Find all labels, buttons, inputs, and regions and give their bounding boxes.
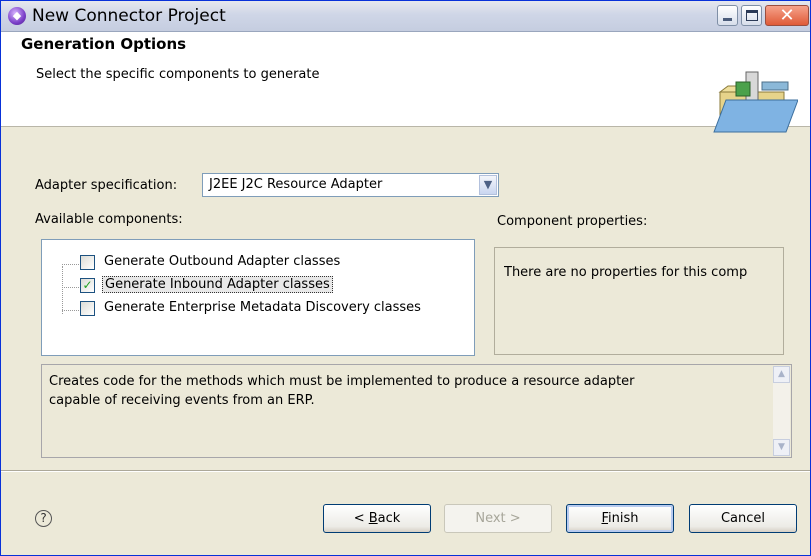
minimize-button[interactable] [717, 5, 738, 26]
back-button[interactable]: < Back [323, 504, 431, 533]
close-icon: ✕ [779, 5, 795, 26]
back-prefix: < [353, 511, 369, 526]
outbound-checkbox[interactable] [80, 255, 95, 270]
next-button[interactable]: Next > [444, 504, 552, 533]
inbound-checkbox[interactable]: ✓ [80, 278, 95, 293]
tree-connector [62, 266, 63, 314]
folder-connector-icon [713, 71, 798, 133]
adapter-spec-select[interactable]: J2EE J2C Resource Adapter ▼ [202, 173, 499, 197]
tree-branch-line [62, 310, 79, 311]
components-label: Available components: [35, 212, 183, 227]
properties-panel: There are no properties for this comp [494, 247, 784, 355]
description-scrollbar[interactable]: ▲ ▼ [773, 366, 790, 456]
close-button[interactable]: ✕ [765, 5, 809, 26]
maximize-button[interactable] [741, 5, 762, 26]
page-title: Generation Options [21, 35, 187, 53]
app-icon: ◆ [8, 7, 26, 25]
tree-branch-line [62, 264, 79, 265]
footer-separator [1, 470, 810, 472]
finish-rest: inish [608, 511, 639, 526]
title-bar[interactable]: ◆ New Connector Project ✕ [1, 1, 810, 32]
description-text: Creates code for the methods which must … [49, 372, 749, 410]
dialog-window: ◆ New Connector Project ✕ Generation Opt… [0, 0, 811, 556]
chevron-down-icon[interactable]: ▼ [479, 175, 497, 195]
adapter-spec-label: Adapter specification: [35, 178, 178, 193]
cancel-button[interactable]: Cancel [689, 504, 797, 533]
outbound-label[interactable]: Generate Outbound Adapter classes [102, 254, 342, 269]
back-mnemonic: B [368, 511, 378, 526]
scroll-down-icon[interactable]: ▼ [773, 439, 790, 456]
finish-button[interactable]: Finish [566, 504, 674, 533]
emd-checkbox[interactable] [80, 301, 95, 316]
scroll-up-icon[interactable]: ▲ [773, 366, 790, 383]
page-description: Select the specific components to genera… [36, 67, 320, 82]
back-rest: ack [377, 511, 401, 526]
adapter-spec-value: J2EE J2C Resource Adapter [209, 177, 383, 192]
help-icon[interactable]: ? [35, 510, 52, 527]
maximize-icon [746, 10, 758, 21]
emd-label[interactable]: Generate Enterprise Metadata Discovery c… [102, 300, 423, 315]
description-line-2: capable of receiving events from an ERP. [49, 393, 315, 408]
window-title: New Connector Project [32, 6, 226, 26]
properties-label: Component properties: [497, 214, 648, 229]
minimize-icon [723, 18, 732, 21]
description-panel: Creates code for the methods which must … [41, 364, 792, 458]
description-line-1: Creates code for the methods which must … [49, 374, 635, 389]
inbound-label[interactable]: Generate Inbound Adapter classes [102, 276, 333, 293]
properties-text: There are no properties for this comp [504, 265, 748, 280]
tree-branch-line [62, 287, 79, 288]
